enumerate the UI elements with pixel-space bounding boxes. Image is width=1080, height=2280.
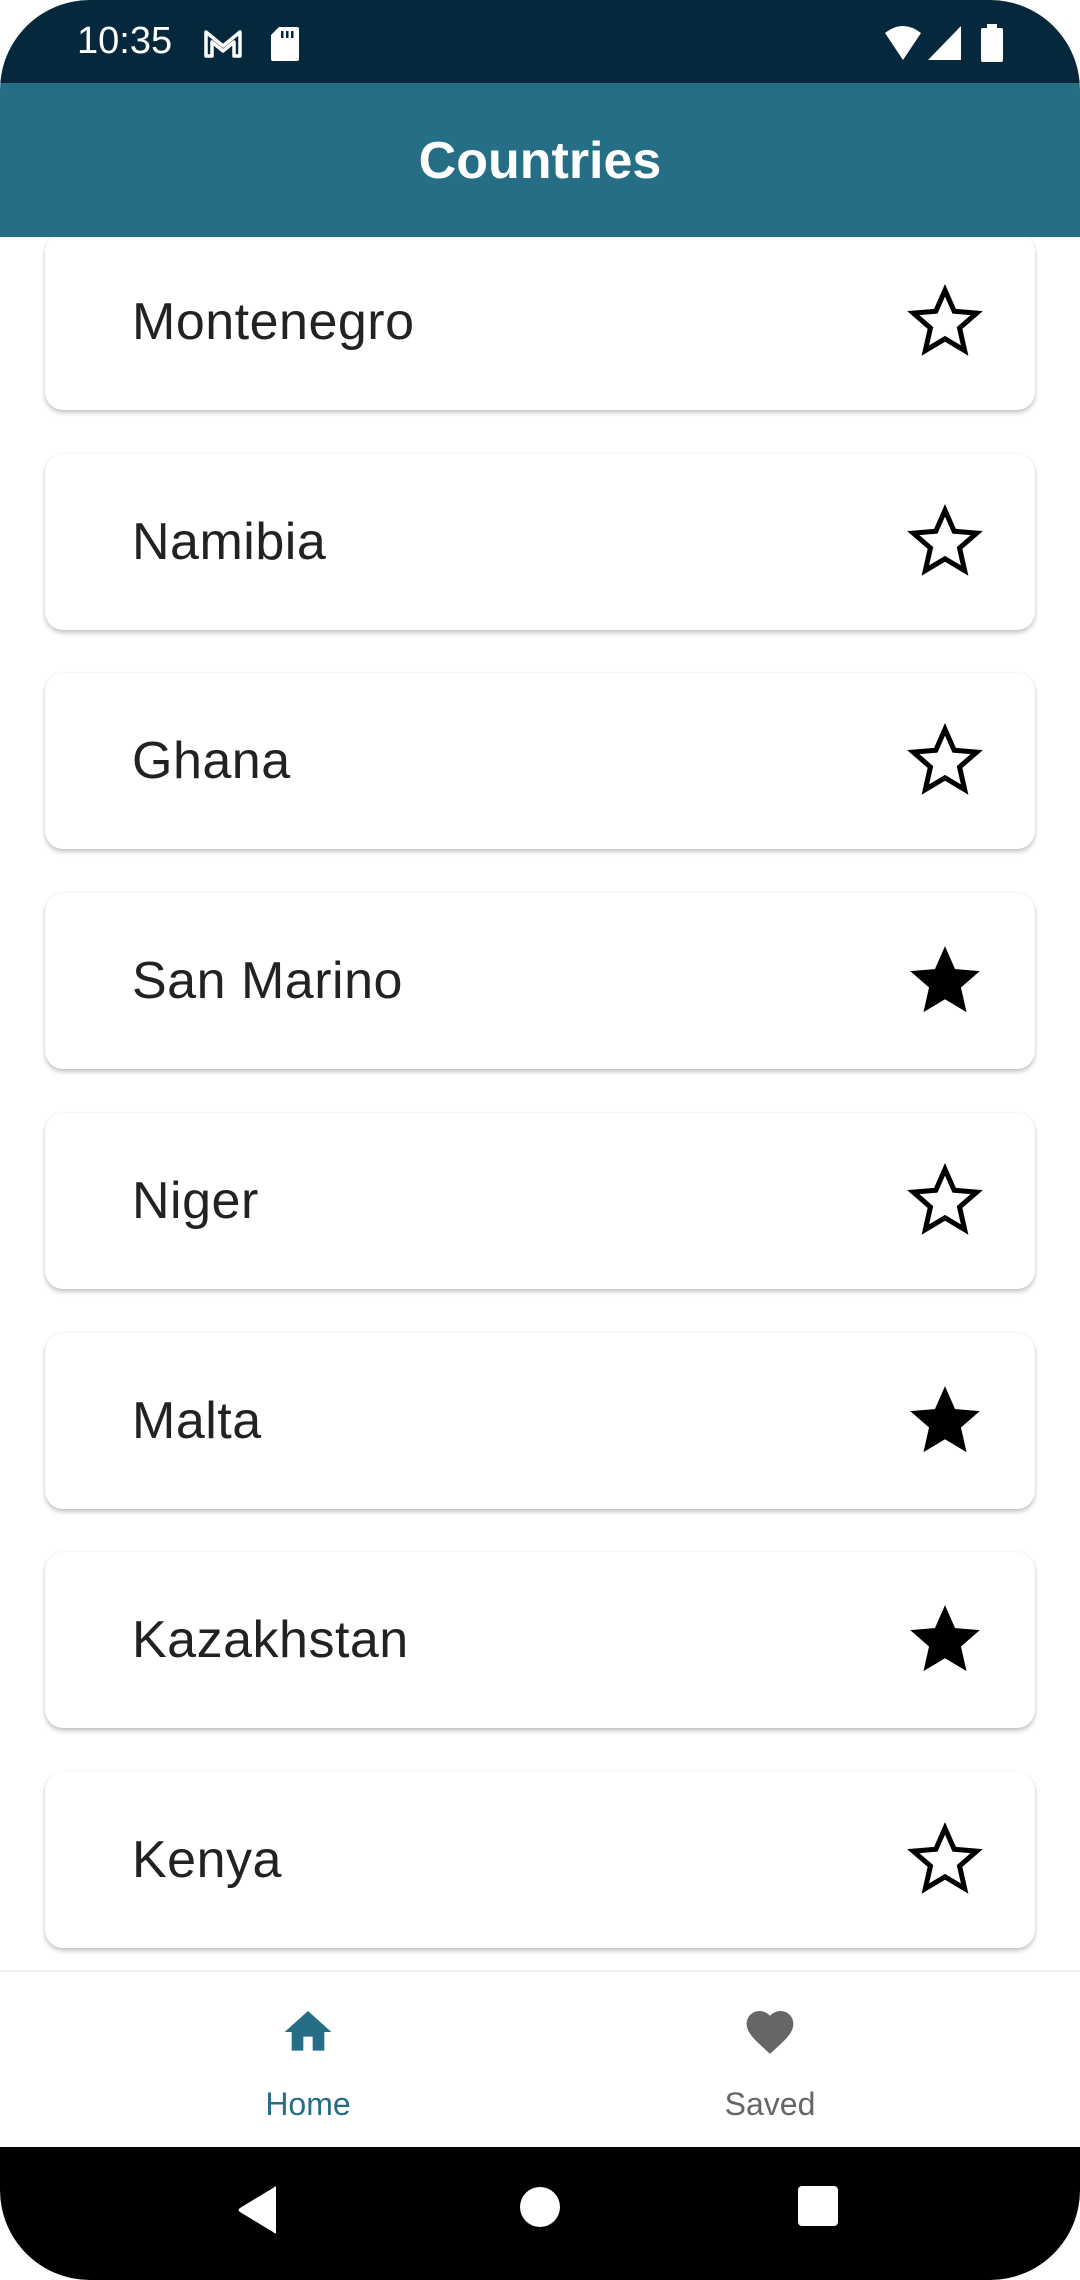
country-name: Malta xyxy=(132,1391,262,1450)
country-name: Namibia xyxy=(132,512,327,571)
country-name: Kenya xyxy=(132,1830,282,1889)
star-outline-icon[interactable] xyxy=(907,1821,983,1898)
bottom-navigation: Home Saved xyxy=(0,1970,1080,2149)
star-outline-icon[interactable] xyxy=(907,723,983,799)
country-list[interactable]: Montenegro Namibia Ghana San Marino Niger Mal… xyxy=(0,237,1080,1970)
nav-item-saved[interactable]: Saved xyxy=(500,1972,1040,2149)
battery-icon xyxy=(981,24,1003,62)
nav-label-home: Home xyxy=(265,2086,351,2122)
country-card[interactable]: San Marino xyxy=(45,893,1035,1070)
home-icon xyxy=(284,2011,332,2051)
sd-card-icon xyxy=(271,27,299,61)
status-time: 10:35 xyxy=(77,20,173,62)
country-card[interactable]: Kenya xyxy=(45,1771,1035,1948)
app-bar: Countries xyxy=(0,83,1080,237)
country-card[interactable]: Ghana xyxy=(45,673,1035,850)
wifi-icon xyxy=(885,26,921,60)
country-name: San Marino xyxy=(132,952,403,1011)
home-button-icon[interactable] xyxy=(518,2185,562,2229)
recents-icon[interactable] xyxy=(797,2185,839,2227)
country-name: Ghana xyxy=(132,732,291,791)
back-icon[interactable] xyxy=(236,2185,280,2235)
country-card[interactable]: Malta xyxy=(45,1332,1035,1509)
country-name: Niger xyxy=(132,1171,259,1230)
screen: 10:35 Countries Montenegro Namibia Ghana Sa… xyxy=(0,0,1080,2280)
system-navigation-bar xyxy=(0,2147,1080,2280)
status-bar: 10:35 xyxy=(0,0,1080,83)
country-name: Montenegro xyxy=(132,293,415,351)
star-filled-icon[interactable] xyxy=(907,1383,983,1459)
country-card[interactable]: Niger xyxy=(45,1112,1035,1289)
heart-icon xyxy=(746,2011,794,2054)
country-name: Kazakhstan xyxy=(132,1611,409,1670)
star-filled-icon[interactable] xyxy=(907,1602,983,1678)
nav-label-saved: Saved xyxy=(724,2086,816,2122)
page-title: Countries xyxy=(418,132,662,190)
nav-item-home[interactable]: Home xyxy=(38,1972,578,2149)
star-outline-icon[interactable] xyxy=(907,503,983,580)
signal-icon xyxy=(928,26,961,60)
star-filled-icon[interactable] xyxy=(907,943,983,1019)
country-card[interactable]: Kazakhstan xyxy=(45,1552,1035,1729)
star-outline-icon[interactable] xyxy=(907,284,983,360)
country-card[interactable]: Montenegro xyxy=(45,237,1035,410)
country-card[interactable]: Namibia xyxy=(45,453,1035,630)
star-outline-icon[interactable] xyxy=(907,1162,983,1239)
gmail-icon xyxy=(204,30,242,58)
